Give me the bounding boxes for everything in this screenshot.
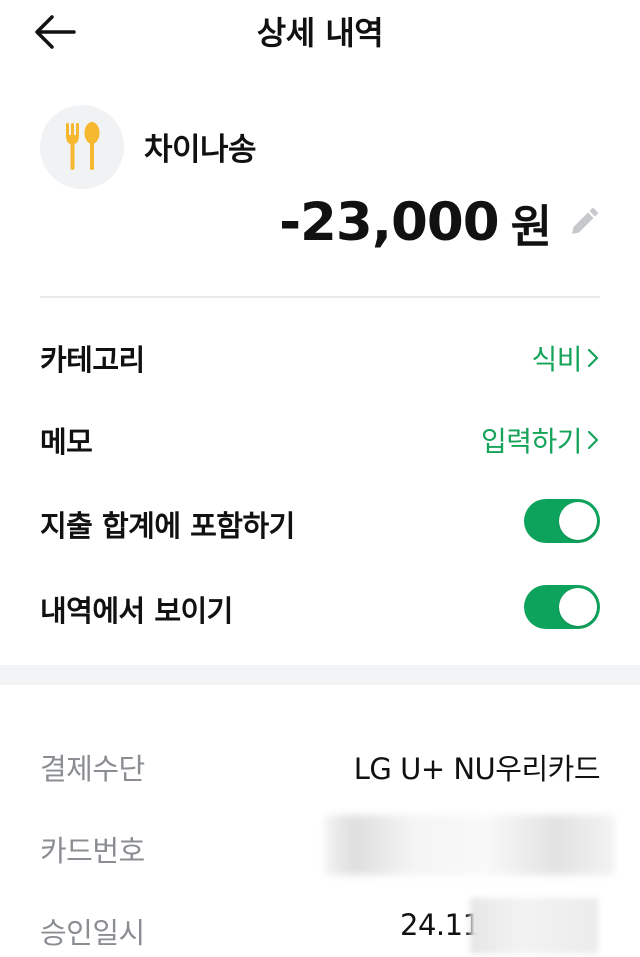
toggle-knob <box>559 588 597 626</box>
section-separator <box>0 665 640 685</box>
amount-value: -23,000 <box>279 192 500 253</box>
header: 상세 내역 <box>0 0 640 64</box>
chevron-right-icon <box>587 348 599 368</box>
approved-at-redacted <box>470 898 598 954</box>
payment-method-label: 결제수단 <box>40 752 145 786</box>
fork-spoon-icon <box>66 122 100 170</box>
memo-value: 입력하기 <box>480 425 583 458</box>
memo-input-link[interactable]: 입력하기 <box>481 420 600 460</box>
amount-row: -23,000 원 <box>279 190 600 255</box>
toggle-knob <box>559 502 597 540</box>
pencil-icon[interactable] <box>566 206 600 240</box>
transaction-detail-screen: 상세 내역 차이나송 -23,000 원 카테고리 식비 메모 입력하기 지출 … <box>0 0 640 957</box>
approved-at-label: 승인일시 <box>40 916 145 950</box>
payment-method-value: LG U+ NU우리카드 <box>353 752 601 786</box>
merchant-name: 차이나송 <box>144 132 257 168</box>
card-number-redacted <box>325 815 615 875</box>
category-select[interactable]: 식비 <box>531 338 600 378</box>
show-history-label: 내역에서 보이기 <box>40 594 233 628</box>
category-value: 식비 <box>531 343 582 376</box>
amount-unit: 원 <box>510 200 552 253</box>
chevron-right-icon <box>587 430 599 450</box>
memo-label: 메모 <box>40 425 93 459</box>
approved-at-value: 24.11 <box>400 908 481 942</box>
merchant-avatar <box>40 105 124 189</box>
divider <box>40 296 600 298</box>
card-number-label: 카드번호 <box>40 834 145 868</box>
page-title: 상세 내역 <box>256 14 384 52</box>
show-history-toggle[interactable] <box>524 585 600 629</box>
category-label: 카테고리 <box>40 343 145 377</box>
include-total-label: 지출 합계에 포함하기 <box>40 509 295 543</box>
include-total-toggle[interactable] <box>524 499 600 543</box>
